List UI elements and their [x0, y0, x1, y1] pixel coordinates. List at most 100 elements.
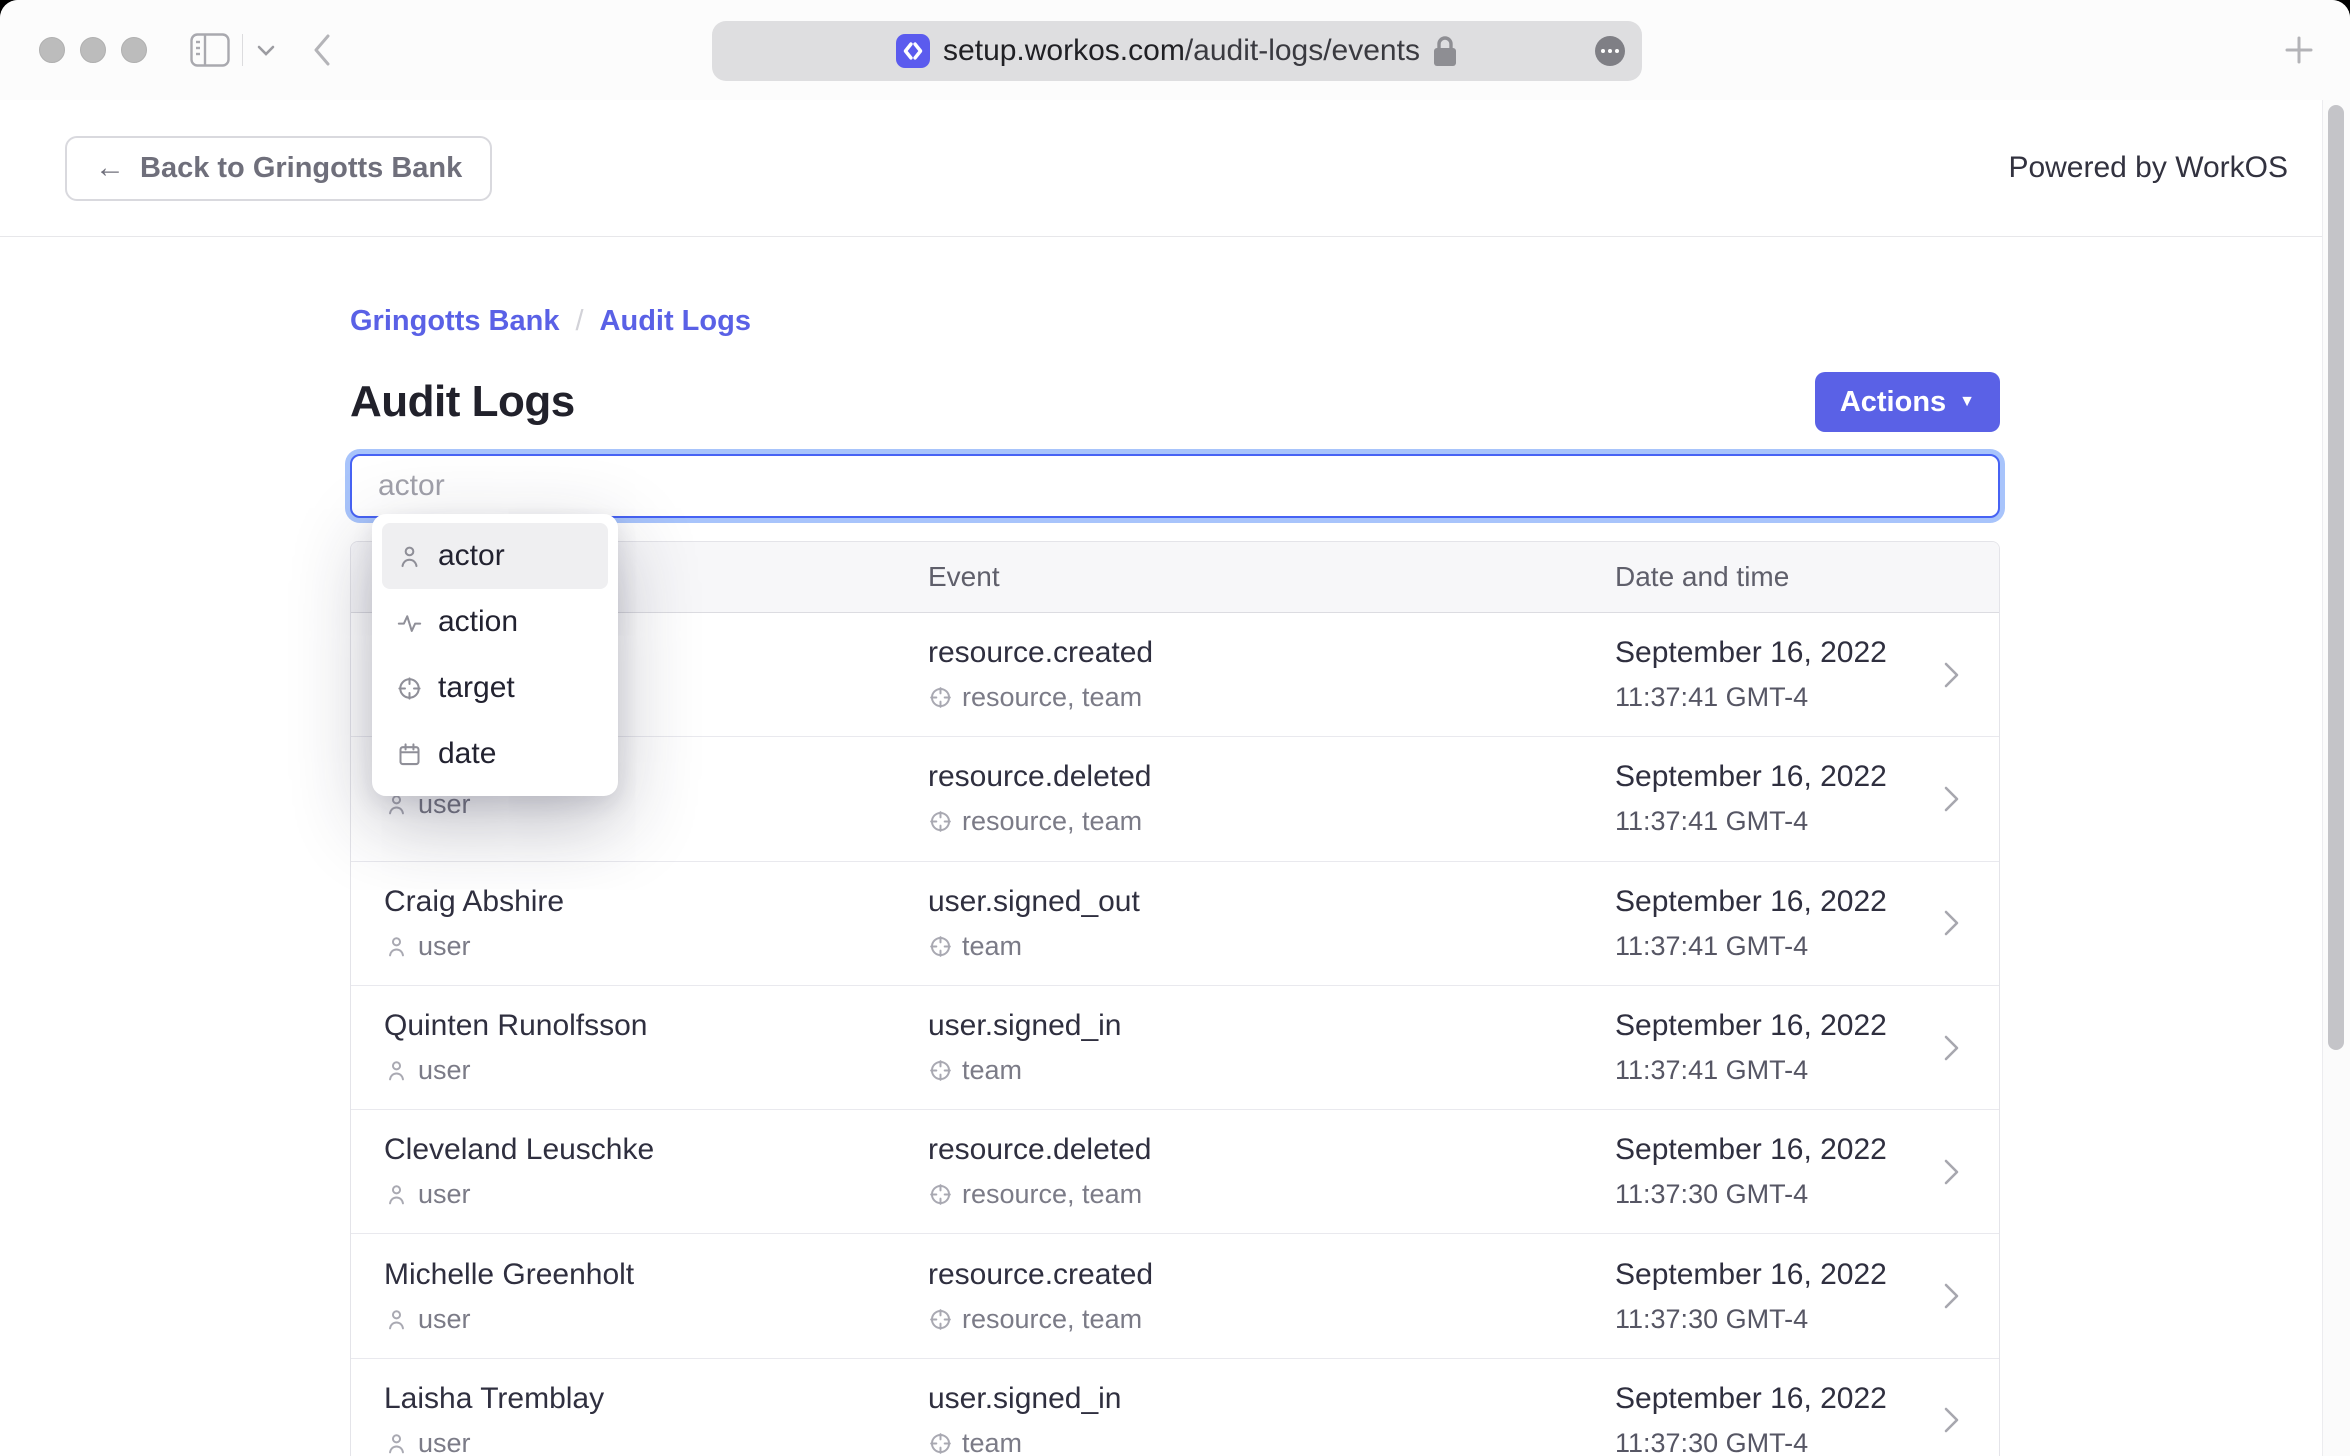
chevron-right-icon: [1944, 1159, 1959, 1185]
header-divider: [0, 236, 2350, 237]
person-icon: [384, 934, 409, 959]
browser-window: setup.workos.com/audit-logs/events ← Bac…: [0, 0, 2350, 1456]
event-date: September 16, 2022: [1615, 1133, 1999, 1167]
site-header: ← Back to Gringotts Bank Powered by Work…: [0, 100, 2350, 236]
actor-name: Laisha Tremblay: [384, 1382, 928, 1416]
breadcrumb: Gringotts Bank / Audit Logs: [350, 305, 2000, 338]
event-name: resource.deleted: [928, 1133, 1615, 1167]
page-title: Audit Logs: [350, 377, 575, 427]
activity-icon: [396, 609, 423, 636]
target-icon: [928, 685, 953, 710]
chevron-right-icon: [1944, 1283, 1959, 1309]
target-icon: [928, 1182, 953, 1207]
breadcrumb-org-link[interactable]: Gringotts Bank: [350, 305, 559, 338]
event-date: September 16, 2022: [1615, 636, 1999, 670]
target-icon: [928, 1058, 953, 1083]
toolbar-divider: [242, 34, 243, 66]
menu-item-label: actor: [438, 539, 505, 573]
event-targets: team: [962, 1055, 1022, 1086]
event-date: September 16, 2022: [1615, 1382, 1999, 1416]
back-to-org-button[interactable]: ← Back to Gringotts Bank: [65, 136, 492, 201]
actor-type: user: [418, 1304, 471, 1335]
address-bar[interactable]: setup.workos.com/audit-logs/events: [712, 21, 1642, 81]
event-time: 11:37:41 GMT-4: [1615, 806, 1999, 837]
actor-name: Craig Abshire: [384, 885, 928, 919]
window-controls: [39, 37, 147, 63]
chevron-right-icon: [1944, 1035, 1959, 1061]
url-text: setup.workos.com/audit-logs/events: [943, 34, 1420, 68]
event-targets: resource, team: [962, 1304, 1142, 1335]
browser-toolbar: setup.workos.com/audit-logs/events: [0, 0, 2350, 100]
event-time: 11:37:30 GMT-4: [1615, 1428, 1999, 1456]
event-date: September 16, 2022: [1615, 1009, 1999, 1043]
person-icon: [396, 543, 423, 570]
menu-item-label: action: [438, 605, 518, 639]
event-time: 11:37:41 GMT-4: [1615, 931, 1999, 962]
actor-name: Cleveland Leuschke: [384, 1133, 928, 1167]
back-button-label: Back to Gringotts Bank: [140, 152, 462, 185]
target-icon: [928, 1431, 953, 1456]
event-time: 11:37:30 GMT-4: [1615, 1304, 1999, 1335]
powered-by-label: Powered by WorkOS: [2008, 151, 2288, 185]
actor-type: user: [418, 1179, 471, 1210]
event-name: resource.deleted: [928, 760, 1615, 794]
scrollbar-track[interactable]: [2322, 100, 2350, 1456]
filter-suggestions-menu: actor action target: [372, 514, 618, 796]
back-arrow-icon: ←: [95, 153, 125, 183]
breadcrumb-audit-logs-link[interactable]: Audit Logs: [600, 305, 751, 338]
new-tab-icon[interactable]: [2284, 35, 2314, 65]
actor-name: Michelle Greenholt: [384, 1258, 928, 1292]
person-icon: [384, 1307, 409, 1332]
actions-button-label: Actions: [1840, 386, 1946, 419]
column-header-date: Date and time: [1615, 561, 1999, 593]
zoom-window-button[interactable]: [121, 37, 147, 63]
chevron-down-icon[interactable]: [257, 45, 275, 56]
person-icon: [384, 792, 409, 817]
menu-item-action[interactable]: action: [382, 589, 608, 655]
close-window-button[interactable]: [39, 37, 65, 63]
column-header-event: Event: [928, 561, 1615, 593]
event-targets: team: [962, 931, 1022, 962]
event-name: user.signed_in: [928, 1009, 1615, 1043]
caret-down-icon: ▼: [1959, 394, 1975, 410]
event-targets: resource, team: [962, 1179, 1142, 1210]
actor-type: user: [418, 1055, 471, 1086]
event-time: 11:37:30 GMT-4: [1615, 1179, 1999, 1210]
event-targets: resource, team: [962, 682, 1142, 713]
lock-icon: [1432, 34, 1458, 68]
breadcrumb-separator: /: [575, 305, 583, 338]
person-icon: [384, 1058, 409, 1083]
person-icon: [384, 1431, 409, 1456]
sidebar-icon[interactable]: [190, 33, 230, 67]
table-row[interactable]: Michelle Greenholt user: [351, 1234, 1999, 1358]
menu-item-date[interactable]: date: [382, 721, 608, 787]
target-icon: [928, 809, 953, 834]
browser-back-button[interactable]: [313, 34, 331, 66]
actor-type: user: [418, 931, 471, 962]
menu-item-target[interactable]: target: [382, 655, 608, 721]
table-row[interactable]: Craig Abshire user: [351, 862, 1999, 986]
table-row[interactable]: Quinten Runolfsson user: [351, 986, 1999, 1110]
workos-favicon: [896, 34, 930, 68]
event-name: resource.created: [928, 1258, 1615, 1292]
page-settings-icon[interactable]: [1595, 36, 1625, 66]
menu-item-label: target: [438, 671, 515, 705]
actions-button[interactable]: Actions ▼: [1815, 372, 2000, 432]
event-date: September 16, 2022: [1615, 1258, 1999, 1292]
target-icon: [396, 675, 423, 702]
calendar-icon: [396, 741, 423, 768]
event-targets: resource, team: [962, 806, 1142, 837]
menu-item-actor[interactable]: actor: [382, 523, 608, 589]
main-content: Gringotts Bank / Audit Logs Audit Logs A…: [350, 305, 2000, 1456]
actor-name: Quinten Runolfsson: [384, 1009, 928, 1043]
url-domain: setup.workos.com: [943, 34, 1185, 67]
filter-search-input[interactable]: [350, 454, 2000, 518]
scrollbar-thumb[interactable]: [2328, 105, 2344, 1050]
chevron-right-icon: [1944, 786, 1959, 812]
table-row[interactable]: Laisha Tremblay user: [351, 1359, 1999, 1456]
minimize-window-button[interactable]: [80, 37, 106, 63]
actor-type: user: [418, 1428, 471, 1456]
url-path: /audit-logs/events: [1185, 34, 1420, 67]
table-row[interactable]: Cleveland Leuschke user: [351, 1110, 1999, 1234]
event-name: user.signed_out: [928, 885, 1615, 919]
